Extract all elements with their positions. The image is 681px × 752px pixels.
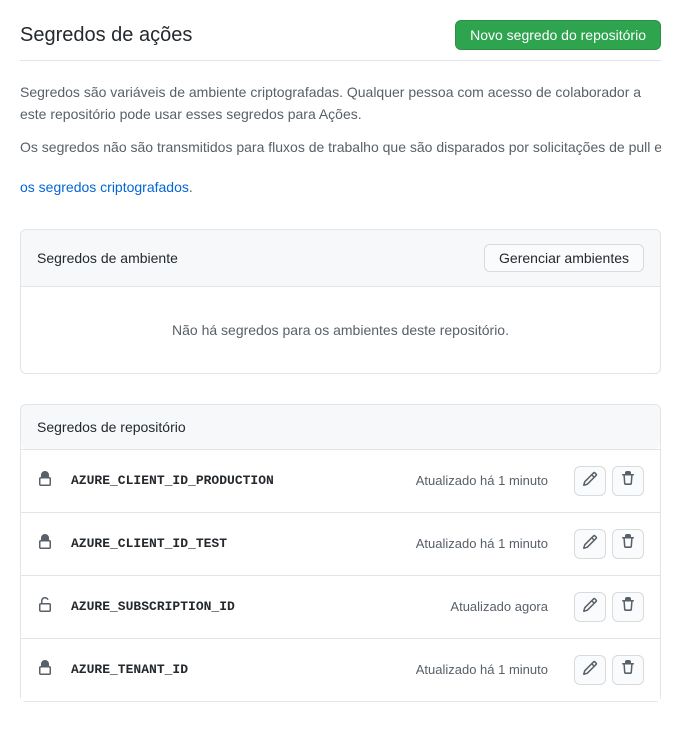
secret-updated: Atualizado há 1 minuto	[416, 473, 548, 488]
edit-secret-button[interactable]	[574, 655, 606, 685]
edit-secret-button[interactable]	[574, 592, 606, 622]
pencil-icon	[582, 597, 598, 616]
secret-name: AZURE_TENANT_ID	[71, 662, 416, 677]
environment-secrets-panel: Segredos de ambiente Gerenciar ambientes…	[20, 229, 661, 374]
secret-updated: Atualizado agora	[450, 599, 548, 614]
delete-secret-button[interactable]	[612, 592, 644, 622]
delete-secret-button[interactable]	[612, 466, 644, 496]
env-panel-title: Segredos de ambiente	[37, 250, 178, 266]
description-text-2: Os segredos não são transmitidos para fl…	[20, 136, 661, 158]
lock-icon	[37, 534, 53, 553]
lock-icon	[37, 597, 53, 616]
secret-row: AZURE_CLIENT_ID_TESTAtualizado há 1 minu…	[21, 512, 660, 575]
repo-panel-title: Segredos de repositório	[37, 419, 186, 435]
pencil-icon	[582, 534, 598, 553]
new-secret-button[interactable]: Novo segredo do repositório	[455, 20, 661, 50]
secret-name: AZURE_CLIENT_ID_TEST	[71, 536, 416, 551]
secret-row: AZURE_CLIENT_ID_PRODUCTIONAtualizado há …	[21, 449, 660, 512]
delete-secret-button[interactable]	[612, 529, 644, 559]
description-text-1: Segredos são variáveis de ambiente cript…	[20, 81, 661, 126]
edit-secret-button[interactable]	[574, 466, 606, 496]
lock-icon	[37, 471, 53, 490]
secret-updated: Atualizado há 1 minuto	[416, 536, 548, 551]
lock-icon	[37, 660, 53, 679]
secret-row: AZURE_TENANT_IDAtualizado há 1 minuto	[21, 638, 660, 701]
delete-secret-button[interactable]	[612, 655, 644, 685]
encrypted-secrets-link[interactable]: os segredos criptografados	[20, 179, 189, 195]
secret-updated: Atualizado há 1 minuto	[416, 662, 548, 677]
repository-secrets-panel: Segredos de repositório AZURE_CLIENT_ID_…	[20, 404, 661, 702]
trash-icon	[620, 597, 636, 616]
secret-name: AZURE_CLIENT_ID_PRODUCTION	[71, 473, 416, 488]
link-period: .	[189, 179, 193, 195]
pencil-icon	[582, 471, 598, 490]
secret-row: AZURE_SUBSCRIPTION_IDAtualizado agora	[21, 575, 660, 638]
trash-icon	[620, 660, 636, 679]
pencil-icon	[582, 660, 598, 679]
secret-name: AZURE_SUBSCRIPTION_ID	[71, 599, 450, 614]
trash-icon	[620, 534, 636, 553]
edit-secret-button[interactable]	[574, 529, 606, 559]
trash-icon	[620, 471, 636, 490]
manage-environments-button[interactable]: Gerenciar ambientes	[484, 244, 644, 272]
page-title: Segredos de ações	[20, 24, 192, 47]
env-empty-message: Não há segredos para os ambientes deste …	[21, 287, 660, 373]
